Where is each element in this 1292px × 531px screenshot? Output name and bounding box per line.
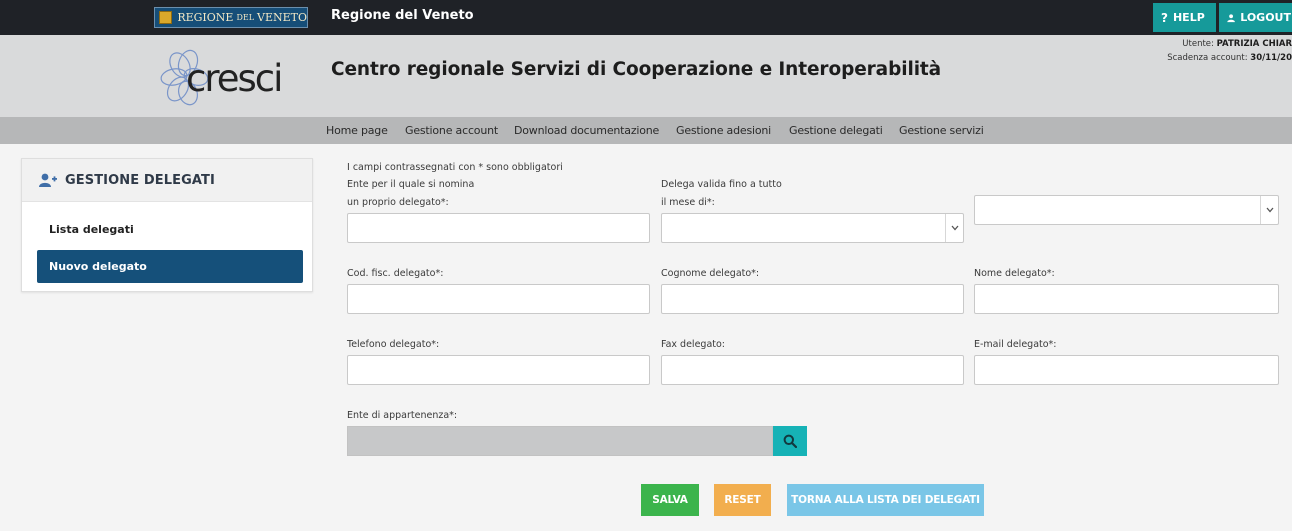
chevron-down-icon: [1260, 196, 1278, 224]
add-user-icon: [39, 173, 57, 187]
sidebar-title: GESTIONE DELEGATI: [65, 172, 215, 188]
cognome-label: Cognome delegato*:: [661, 268, 760, 279]
email-label: E-mail delegato*:: [974, 339, 1057, 350]
expiry-label: Scadenza account:: [1167, 53, 1248, 63]
nav-gestione-adesioni[interactable]: Gestione adesioni: [676, 124, 771, 137]
main-nav: Home page Gestione account Download docu…: [0, 117, 1292, 144]
logout-label: LOGOUT: [1240, 11, 1291, 24]
header: cresci Centro regionale Servizi di Coope…: [0, 35, 1292, 117]
telefono-label: Telefono delegato*:: [347, 339, 440, 350]
regione-veneto-logo[interactable]: REGIONE DEL VENETO: [154, 7, 308, 28]
user-label: Utente:: [1182, 39, 1214, 49]
nav-home-page[interactable]: Home page: [326, 124, 388, 137]
logo-text-1: REGIONE: [177, 11, 234, 24]
email-field[interactable]: [974, 355, 1279, 385]
user-info: Utente: PATRIZIA CHIAR Scadenza account:…: [1155, 37, 1292, 65]
ente-label-2: un proprio delegato*:: [347, 197, 449, 208]
nav-gestione-servizi[interactable]: Gestione servizi: [899, 124, 984, 137]
fax-label: Fax delegato:: [661, 339, 726, 350]
top-bar: REGIONE DEL VENETO Regione del Veneto ? …: [0, 0, 1292, 35]
cresci-wordmark: cresci: [186, 57, 283, 100]
ente-label-1: Ente per il quale si nomina: [347, 179, 475, 190]
expiry-line: Scadenza account: 30/11/20: [1155, 51, 1292, 65]
cod-fisc-field[interactable]: [347, 284, 650, 314]
delega-label-2: il mese di*:: [661, 197, 715, 208]
sidebar-item-lista-delegati[interactable]: Lista delegati: [37, 213, 303, 246]
fax-field[interactable]: [661, 355, 964, 385]
topbar-title: Regione del Veneto: [331, 8, 474, 23]
back-to-list-button[interactable]: TORNA ALLA LISTA DEI DELEGATI: [787, 484, 984, 516]
delega-month-select[interactable]: [661, 213, 964, 243]
site-title: Centro regionale Servizi di Cooperazione…: [331, 59, 942, 80]
save-button[interactable]: SALVA: [641, 484, 699, 516]
cognome-field[interactable]: [661, 284, 964, 314]
logo-text-small: DEL: [236, 13, 255, 22]
cresci-logo[interactable]: cresci: [158, 47, 308, 109]
nome-label: Nome delegato*:: [974, 268, 1055, 279]
crest-icon: [159, 11, 173, 24]
ente-appartenenza-label: Ente di appartenenza*:: [347, 410, 458, 421]
user-icon: [1227, 13, 1235, 22]
ente-nomina-field[interactable]: [347, 213, 650, 243]
user-line: Utente: PATRIZIA CHIAR: [1155, 37, 1292, 51]
question-icon: ?: [1161, 10, 1168, 25]
nav-download-documentazione[interactable]: Download documentazione: [514, 124, 659, 137]
nav-gestione-delegati[interactable]: Gestione delegati: [789, 124, 883, 137]
user-name: PATRIZIA CHIAR: [1216, 39, 1292, 49]
delega-label-1: Delega valida fino a tutto: [661, 179, 782, 190]
logo-text-2: VENETO: [257, 11, 307, 24]
search-button[interactable]: [773, 426, 807, 456]
sidebar: GESTIONE DELEGATI Lista delegati Nuovo d…: [21, 158, 313, 292]
help-label: HELP: [1172, 11, 1205, 24]
chevron-down-icon: [945, 214, 963, 242]
reset-button[interactable]: RESET: [714, 484, 771, 516]
delega-year-select[interactable]: [974, 195, 1279, 225]
sidebar-header: GESTIONE DELEGATI: [22, 159, 312, 202]
ente-appartenenza-field[interactable]: [347, 426, 773, 456]
required-note: I campi contrassegnati con * sono obblig…: [347, 162, 563, 173]
logout-button[interactable]: LOGOUT: [1219, 3, 1292, 32]
nav-gestione-account[interactable]: Gestione account: [405, 124, 498, 137]
nome-field[interactable]: [974, 284, 1279, 314]
search-icon: [783, 434, 797, 448]
expiry-value: 30/11/20: [1250, 53, 1292, 63]
sidebar-item-nuovo-delegato[interactable]: Nuovo delegato: [37, 250, 303, 283]
telefono-field[interactable]: [347, 355, 650, 385]
cod-fisc-label: Cod. fisc. delegato*:: [347, 268, 444, 279]
help-button[interactable]: ? HELP: [1153, 3, 1216, 32]
